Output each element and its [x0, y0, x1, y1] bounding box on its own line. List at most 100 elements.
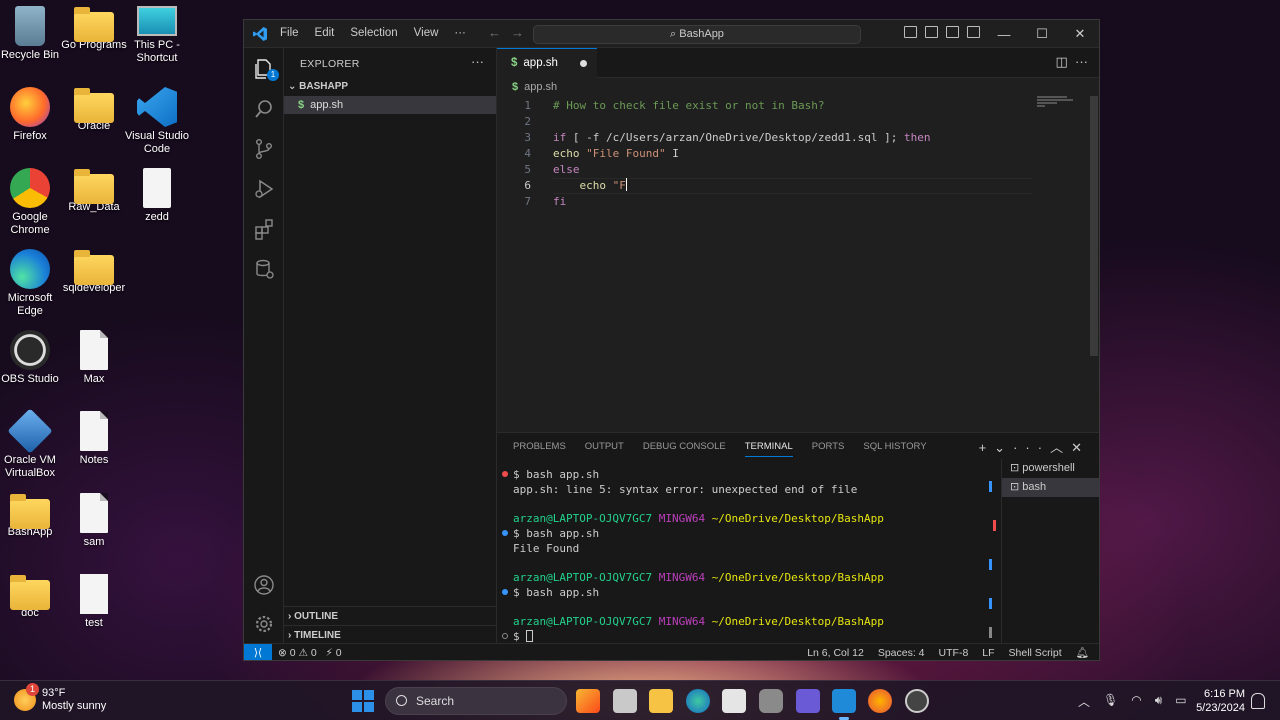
desktop-icon[interactable]: Microsoft Edge [0, 249, 63, 318]
desktop-icon[interactable]: Oracle VM VirtualBox [0, 408, 63, 480]
settings-gear-icon[interactable] [253, 613, 275, 635]
search-icon[interactable] [253, 98, 275, 120]
app-icon[interactable] [796, 689, 820, 713]
file-explorer-icon[interactable] [649, 689, 673, 713]
desktop-icon[interactable]: Oracle [61, 87, 127, 133]
panel-tab[interactable]: TERMINAL [744, 441, 793, 457]
desktop-icon[interactable]: doc [0, 574, 63, 620]
desktop-icon[interactable]: Raw_Data [61, 168, 127, 214]
desktop-icon[interactable]: This PC - Shortcut [124, 6, 190, 65]
more-actions-icon[interactable]: ··· [1075, 54, 1088, 69]
project-folder[interactable]: ⌄ BASHAPP [288, 81, 348, 92]
taskbar-search[interactable]: Search [385, 687, 567, 715]
close-panel-icon[interactable]: ✕ [1071, 440, 1090, 455]
account-icon[interactable] [253, 574, 275, 596]
menu-view[interactable]: View [414, 27, 439, 39]
panel-tab[interactable]: SQL HISTORY [863, 441, 926, 457]
code-line[interactable]: 2 [497, 114, 1087, 130]
unsaved-dot-icon[interactable] [580, 60, 587, 67]
code-line[interactable]: 4 echo "File Found" I [497, 146, 1087, 162]
panel-tab[interactable]: PORTS [812, 441, 845, 457]
new-terminal-icon[interactable]: +⌄ [979, 440, 1013, 455]
tab-app-sh[interactable]: $ app.sh [497, 48, 597, 78]
breadcrumb[interactable]: $ app.sh [512, 81, 557, 93]
toggle-secondary-sidebar-icon[interactable] [946, 26, 959, 38]
battery-icon[interactable]: ▭ [1175, 693, 1186, 710]
code-line[interactable]: 3 if [ -f /c/Users/arzan/OneDrive/Desktop… [497, 130, 1087, 146]
command-decoration-icon[interactable] [502, 471, 508, 477]
back-arrow-icon[interactable]: ← [488, 25, 511, 40]
maximize-icon[interactable]: ☐ [1023, 26, 1061, 42]
menu-file[interactable]: File [280, 27, 299, 39]
copilot-app-icon[interactable] [576, 689, 600, 713]
desktop-icon[interactable]: sam [61, 493, 127, 549]
desktop-icon[interactable]: Visual Studio Code [124, 87, 190, 156]
toggle-sidebar-icon[interactable] [904, 26, 917, 38]
menu-edit[interactable]: Edit [315, 27, 335, 39]
run-debug-icon[interactable] [253, 178, 275, 200]
panel-tab[interactable]: DEBUG CONSOLE [643, 441, 726, 457]
microphone-icon[interactable]: 🎙︎ [1103, 693, 1118, 710]
status-left[interactable]: ⊗ 0 ⚠ 0 ⚡ 0 [278, 644, 342, 660]
indentation[interactable]: Spaces: 4 [878, 644, 925, 660]
code-line[interactable]: 7 fi [497, 194, 1087, 210]
customize-layout-icon[interactable] [967, 26, 980, 38]
start-button[interactable] [352, 690, 374, 712]
code-editor[interactable]: 1 # How to check file exist or not in Bas… [497, 96, 1087, 430]
split-editor-icon[interactable]: ◫ [1055, 54, 1067, 69]
desktop-icon[interactable]: zedd [124, 168, 190, 224]
command-decoration-icon[interactable] [502, 632, 508, 639]
notifications-bell-icon[interactable]: 🔔︎ [1076, 644, 1089, 660]
end-of-line[interactable]: LF [982, 644, 994, 660]
menu-selection[interactable]: Selection [350, 27, 397, 39]
extensions-icon[interactable] [253, 218, 275, 240]
forward-arrow-icon[interactable]: → [511, 25, 534, 40]
terminal-output[interactable]: $ bash app.sh app.sh: line 5: syntax erro… [497, 465, 995, 643]
close-icon[interactable]: ✕ [1061, 26, 1099, 42]
desktop-icon[interactable]: BashApp [0, 493, 63, 539]
notification-bell-icon[interactable] [1251, 693, 1265, 709]
source-control-icon[interactable] [253, 138, 275, 160]
terminal-instance[interactable]: ⊡ bash [1002, 478, 1099, 497]
obs-taskbar-icon[interactable] [905, 689, 929, 713]
panel-tab[interactable]: OUTPUT [585, 441, 624, 457]
minimap[interactable] [1037, 96, 1077, 110]
desktop-icon[interactable]: Notes [61, 411, 127, 467]
desktop-icon[interactable]: Go Programs [61, 6, 127, 52]
store-icon[interactable] [722, 689, 746, 713]
volume-icon[interactable]: 🔊︎ [1155, 693, 1163, 710]
outline-section[interactable]: › OUTLINE [284, 606, 496, 625]
panel-tab[interactable]: PROBLEMS [513, 441, 566, 457]
task-view-icon[interactable] [613, 689, 637, 713]
desktop-icon[interactable]: test [61, 574, 127, 630]
encoding[interactable]: UTF-8 [939, 644, 969, 660]
command-center[interactable]: ⌕ BashApp [533, 25, 861, 44]
remote-icon[interactable]: ⟩⟨ [244, 644, 272, 660]
desktop-icon[interactable]: Google Chrome [0, 168, 63, 237]
minimize-icon[interactable]: — [985, 27, 1023, 42]
command-decoration-icon[interactable] [502, 588, 508, 595]
more-icon[interactable]: ··· [1013, 440, 1050, 455]
desktop-icon[interactable]: OBS Studio [0, 330, 63, 386]
terminal-instance[interactable]: ⊡ powershell [1002, 459, 1099, 478]
edge-browser-icon[interactable] [686, 689, 710, 713]
maximize-panel-icon[interactable]: ︿ [1050, 440, 1071, 455]
firefox-taskbar-icon[interactable] [868, 689, 892, 713]
file-item-app-sh[interactable]: $ app.sh [284, 96, 496, 114]
weather-widget[interactable]: 1 93°F Mostly sunny [14, 683, 106, 713]
wifi-icon[interactable]: ◠ [1131, 693, 1141, 710]
tray-overflow-icon[interactable]: ︿ [1078, 693, 1090, 710]
menu-more[interactable]: ··· [454, 27, 466, 39]
explorer-more-icon[interactable]: ··· [471, 54, 484, 69]
command-decoration-icon[interactable] [502, 529, 508, 536]
timeline-section[interactable]: › TIMELINE [284, 625, 496, 644]
desktop-icon[interactable]: Max [61, 330, 127, 386]
desktop-icon[interactable]: Firefox [0, 87, 63, 143]
code-line[interactable]: 6 echo "F [497, 178, 1087, 194]
toggle-panel-icon[interactable] [925, 26, 938, 38]
desktop-icon[interactable]: sqldeveloper [61, 249, 127, 295]
code-line[interactable]: 1 # How to check file exist or not in Bas… [497, 98, 1087, 114]
desktop-icon[interactable]: Recycle Bin [0, 6, 63, 62]
cursor-position[interactable]: Ln 6, Col 12 [807, 644, 864, 660]
database-icon[interactable] [253, 258, 275, 280]
